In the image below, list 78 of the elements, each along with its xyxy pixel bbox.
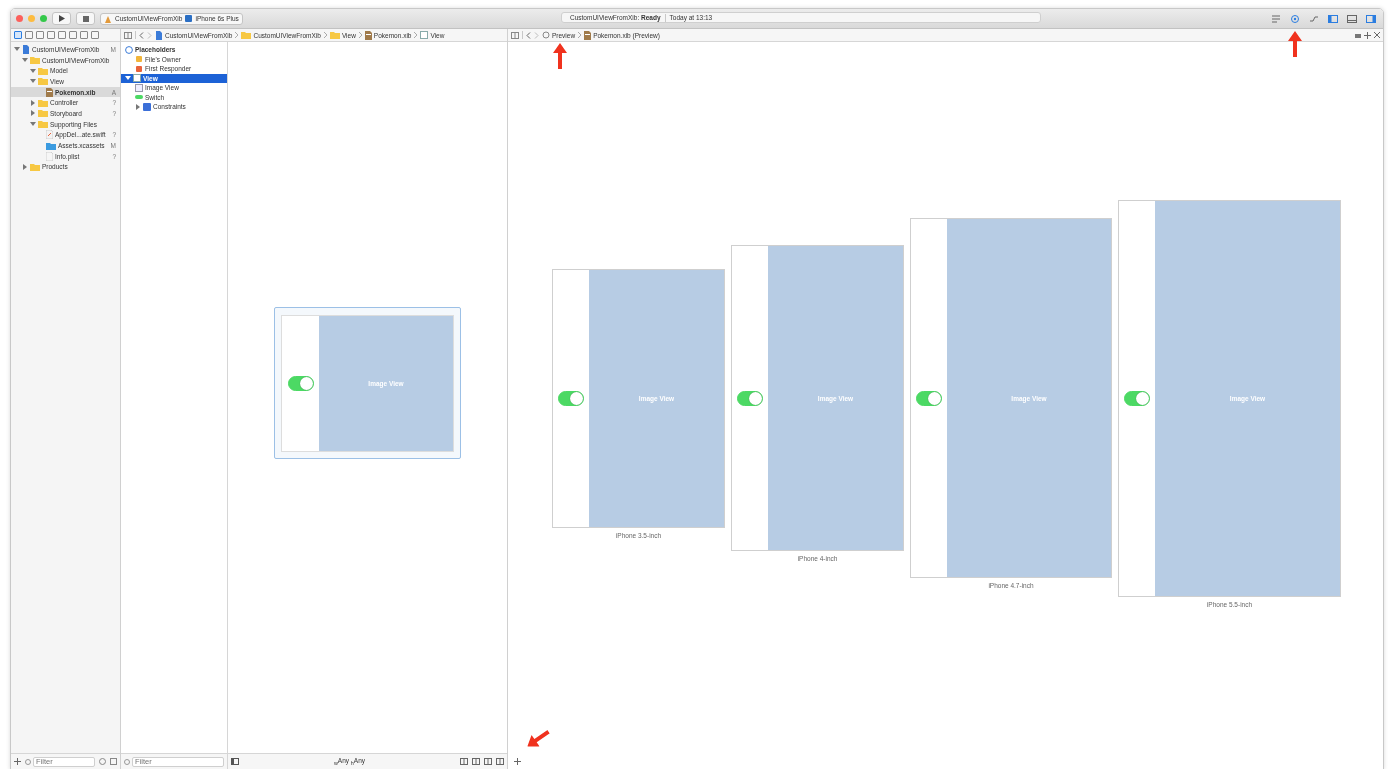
disclosure-triangle-icon[interactable] <box>30 99 36 106</box>
toggle-switch[interactable] <box>916 390 942 406</box>
toggle-switch[interactable] <box>287 375 314 391</box>
grid-icon[interactable] <box>511 31 519 39</box>
run-button[interactable] <box>52 12 71 25</box>
add-icon[interactable] <box>14 758 21 765</box>
navigator-tab[interactable] <box>36 31 44 39</box>
navigator-tab[interactable] <box>69 31 77 39</box>
back-icon[interactable] <box>526 31 531 39</box>
toolbar-button[interactable] <box>1326 13 1340 24</box>
navigator-tab[interactable] <box>58 31 66 39</box>
layout-icon[interactable] <box>460 758 468 765</box>
navigator-tab[interactable] <box>47 31 55 39</box>
preview-icon <box>542 31 550 39</box>
chevron-icon <box>578 32 582 38</box>
view-icon <box>133 74 141 83</box>
disclosure-triangle-icon[interactable] <box>14 46 20 53</box>
circle-icon <box>125 45 133 54</box>
grid-icon[interactable] <box>110 758 117 765</box>
grid-icon[interactable] <box>124 31 132 39</box>
filter-icon <box>25 758 31 765</box>
toolbar-button[interactable] <box>1269 13 1283 24</box>
folder-icon <box>30 162 40 171</box>
navigator-tab[interactable] <box>91 31 99 39</box>
navigator-tab[interactable] <box>25 31 33 39</box>
folder-icon <box>329 31 340 39</box>
disclosure-triangle-icon[interactable] <box>125 75 131 82</box>
back-icon[interactable] <box>139 31 144 39</box>
chevron-icon <box>323 32 327 38</box>
layout-icon[interactable] <box>472 758 480 765</box>
document-icon <box>46 130 53 140</box>
toolbar-icon <box>1328 13 1338 24</box>
window-control[interactable] <box>16 15 23 22</box>
disclosure-triangle-icon[interactable] <box>30 78 36 85</box>
document-icon <box>46 151 53 161</box>
chevron-icon <box>235 32 239 38</box>
navigator-tab[interactable] <box>80 31 88 39</box>
disclosure-triangle-icon[interactable] <box>30 121 36 128</box>
disclosure-triangle-icon[interactable] <box>22 57 28 64</box>
sidebar-icon[interactable] <box>231 758 239 765</box>
disclosure-triangle-icon[interactable] <box>22 163 28 170</box>
folder-icon <box>241 31 252 39</box>
toolbar-icon <box>1347 13 1357 24</box>
toolbar-button[interactable] <box>1345 13 1359 24</box>
lock-icon[interactable] <box>1355 32 1361 38</box>
layout-icon[interactable] <box>484 758 492 765</box>
project-file-icon <box>155 30 163 40</box>
toolbar-icon <box>1290 13 1300 24</box>
stop-button[interactable] <box>76 12 95 25</box>
disclosure-triangle-icon[interactable] <box>30 110 36 117</box>
add-editor-icon[interactable] <box>1364 31 1371 39</box>
clock-icon[interactable] <box>99 758 106 765</box>
toggle-switch[interactable] <box>737 390 763 406</box>
close-icon[interactable] <box>1374 32 1380 38</box>
play-icon <box>58 15 65 22</box>
project-file-icon <box>22 44 30 54</box>
toolbar-icon <box>1271 13 1281 24</box>
toolbar-icon <box>1309 13 1319 24</box>
toggle-switch[interactable] <box>1124 390 1150 406</box>
image-view-icon <box>135 83 143 92</box>
chevron-icon <box>414 32 418 38</box>
toolbar-button[interactable] <box>1364 13 1378 24</box>
layout-icon[interactable] <box>496 758 504 765</box>
navigator-tab[interactable] <box>14 31 22 39</box>
disclosure-triangle-icon[interactable] <box>135 103 141 110</box>
constraints-icon <box>143 102 151 111</box>
chevron-icon <box>358 32 362 38</box>
add-icon[interactable] <box>514 758 521 765</box>
toolbar-button[interactable] <box>1307 13 1321 24</box>
disclosure-triangle-icon[interactable] <box>30 67 36 74</box>
filter-icon <box>124 758 130 765</box>
folder-icon <box>46 141 56 150</box>
window-control[interactable] <box>40 15 47 22</box>
toggle-switch[interactable] <box>558 390 584 406</box>
stop-icon <box>82 15 89 22</box>
document-icon <box>46 87 53 97</box>
toolbar-icon <box>1366 13 1376 24</box>
device-icon <box>185 15 193 22</box>
